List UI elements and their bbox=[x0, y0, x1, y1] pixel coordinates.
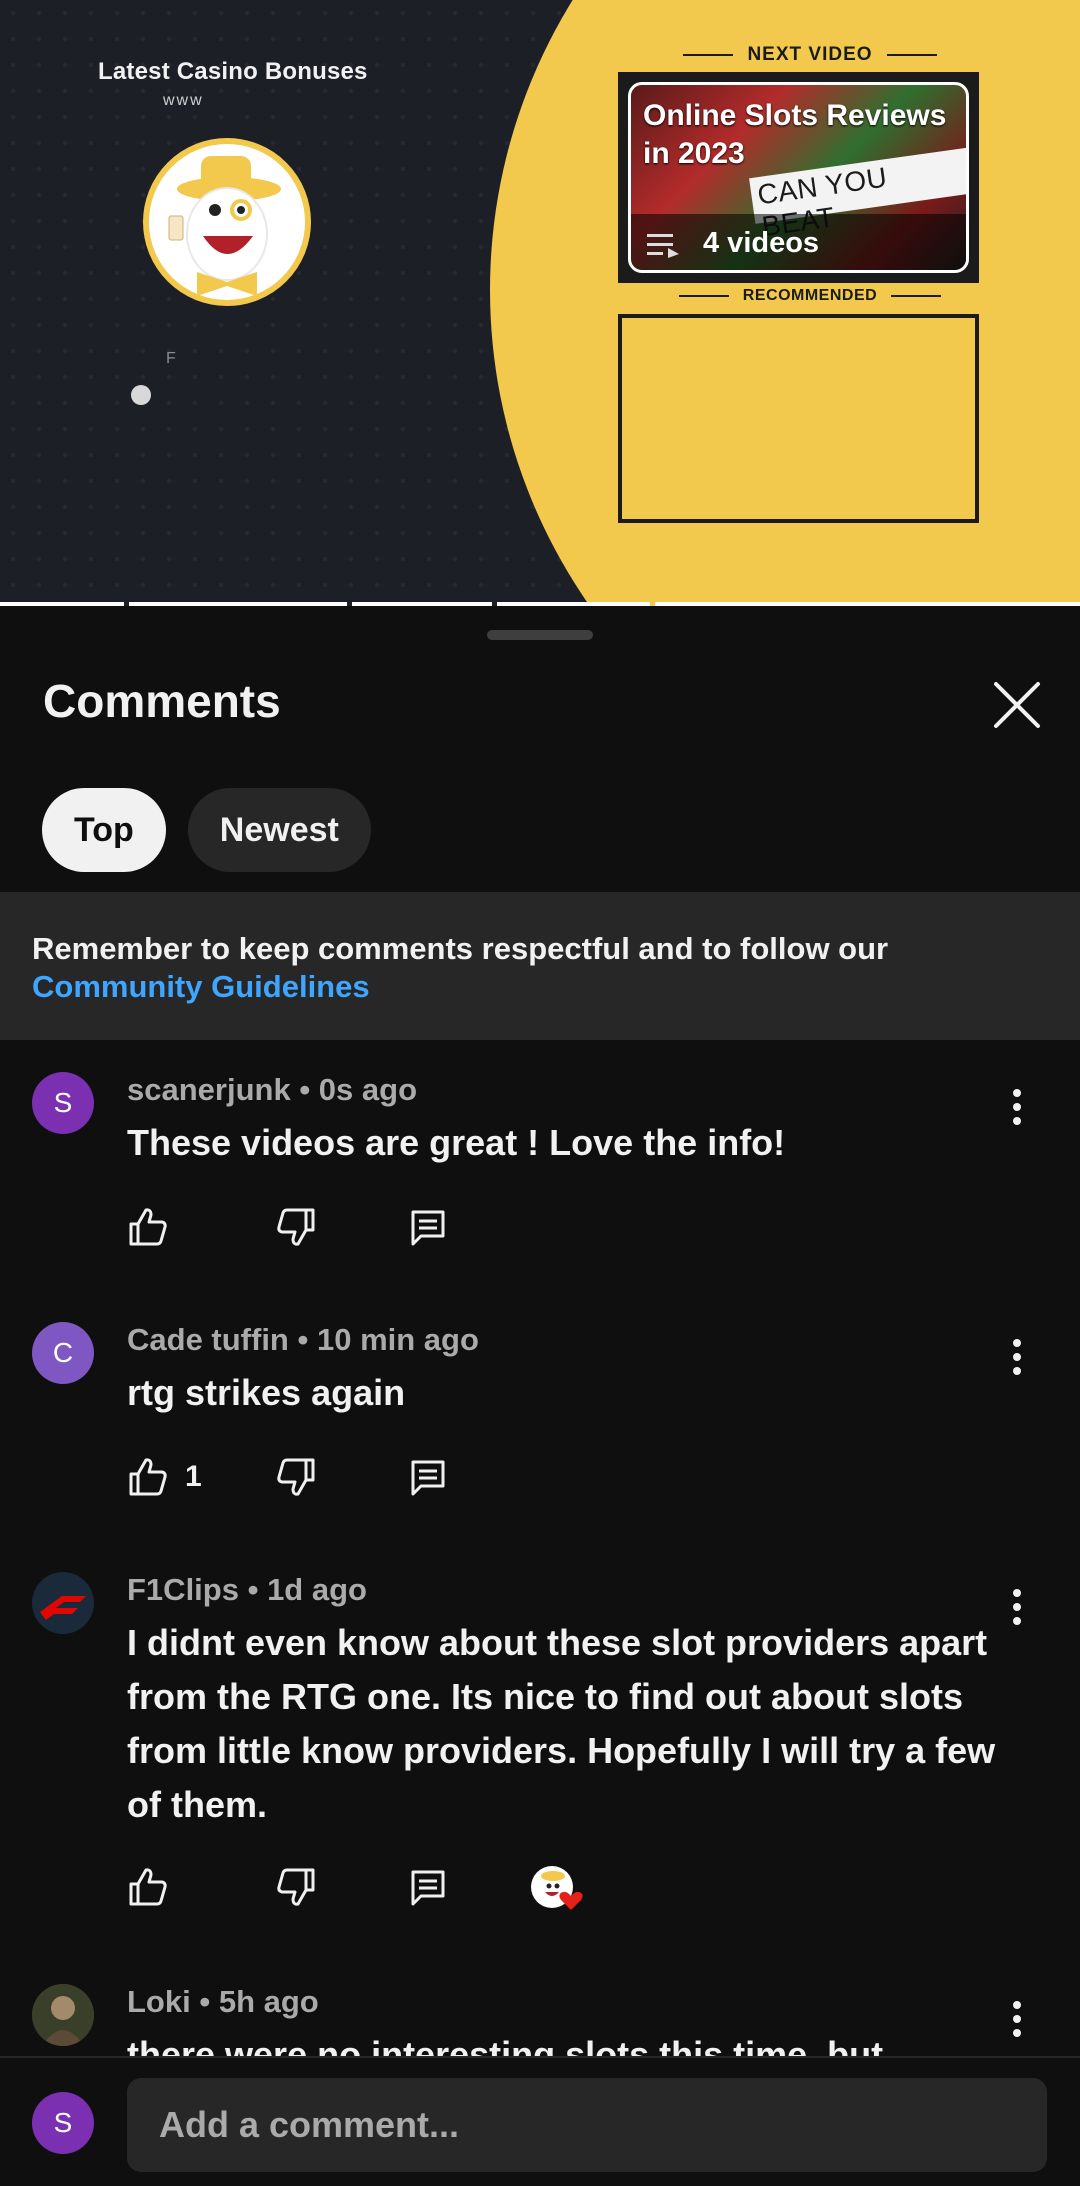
thumbs-up-icon bbox=[129, 1458, 167, 1496]
comment-text: I didnt even know about these slot provi… bbox=[127, 1622, 996, 1825]
video-player[interactable]: Latest Casino Bonuses www F NEXT VIDEO C… bbox=[0, 0, 1080, 606]
like-count: 1 bbox=[185, 1460, 202, 1493]
comment-time: 1d ago bbox=[267, 1572, 367, 1607]
faint-caption: F bbox=[166, 350, 180, 367]
chapter-segment bbox=[497, 602, 650, 606]
comment-time: 0s ago bbox=[318, 1072, 418, 1107]
thumbs-up-icon bbox=[129, 1868, 167, 1906]
reply-button[interactable] bbox=[407, 1202, 449, 1252]
recommended-slot[interactable] bbox=[618, 314, 979, 523]
comment-item: Loki • 5h ago there were no interesting … bbox=[0, 1984, 1080, 2056]
reply-button[interactable] bbox=[407, 1862, 449, 1912]
kebab-menu-icon bbox=[1013, 1589, 1021, 1625]
thumbs-up-icon bbox=[129, 1208, 167, 1246]
comment-author[interactable]: scanerjunk bbox=[127, 1072, 291, 1107]
warrior-avatar-icon bbox=[32, 1984, 94, 2046]
comment-meta: Cade tuffin • 10 min ago bbox=[127, 1322, 479, 1358]
video-chapter-progress[interactable] bbox=[0, 602, 1080, 606]
dislike-button[interactable] bbox=[275, 1862, 317, 1912]
drag-handle[interactable] bbox=[487, 630, 593, 640]
mascot-icon bbox=[168, 156, 281, 296]
chapter-segment bbox=[129, 602, 347, 606]
meta-separator: • bbox=[190, 1984, 219, 2019]
more-options-button[interactable] bbox=[1000, 1994, 1034, 2044]
like-button[interactable]: 1 bbox=[127, 1452, 202, 1502]
comment-text: These videos are great ! Love the info! bbox=[127, 1122, 786, 1163]
brand-subtitle: www bbox=[163, 92, 204, 109]
thumbs-down-icon bbox=[277, 1868, 315, 1906]
close-icon bbox=[994, 682, 1040, 728]
community-guidelines-link[interactable]: Community Guidelines bbox=[32, 969, 370, 1004]
comment-time: 10 min ago bbox=[316, 1322, 479, 1357]
like-button[interactable] bbox=[127, 1862, 185, 1912]
community-notice: Remember to keep comments respectful and… bbox=[0, 892, 1080, 1040]
comment-text: there were no interesting slots this tim… bbox=[127, 2034, 884, 2056]
tab-newest[interactable]: Newest bbox=[187, 788, 371, 872]
next-video-title: Online Slots Reviews in 2023 bbox=[643, 99, 947, 170]
kebab-menu-icon bbox=[1013, 1339, 1021, 1375]
chapter-segment bbox=[352, 602, 492, 606]
playlist-icon bbox=[647, 234, 679, 258]
meta-separator: • bbox=[290, 1072, 319, 1107]
comment-author[interactable]: Cade tuffin bbox=[127, 1322, 289, 1357]
comment-author[interactable]: Loki bbox=[127, 1984, 191, 2019]
f1-logo-icon bbox=[40, 1596, 86, 1620]
kebab-menu-icon bbox=[1013, 1089, 1021, 1125]
more-options-button[interactable] bbox=[1000, 1082, 1034, 1132]
comment-author[interactable]: F1Clips bbox=[127, 1572, 239, 1607]
playlist-footer: 4 videos bbox=[631, 214, 966, 270]
avatar[interactable] bbox=[32, 1984, 94, 2046]
next-video-thumbnail: CAN YOU BEAT Online Slots Reviews in 202… bbox=[628, 82, 969, 273]
facebook-icon bbox=[131, 385, 151, 405]
tab-top[interactable]: Top bbox=[42, 788, 166, 872]
casino-mascot-logo bbox=[143, 138, 311, 306]
comment-meta: scanerjunk • 0s ago bbox=[127, 1072, 417, 1108]
next-video-card[interactable]: CAN YOU BEAT Online Slots Reviews in 202… bbox=[618, 72, 979, 283]
thumbs-down-icon bbox=[277, 1208, 315, 1246]
reply-icon bbox=[411, 1460, 445, 1496]
brand-title: Latest Casino Bonuses bbox=[98, 58, 368, 85]
more-options-button[interactable] bbox=[1000, 1582, 1034, 1632]
creator-heart-badge bbox=[531, 1866, 583, 1910]
avatar[interactable]: S bbox=[32, 1072, 94, 1134]
comment-time: 5h ago bbox=[218, 1984, 319, 2019]
dislike-button[interactable] bbox=[275, 1202, 317, 1252]
more-options-button[interactable] bbox=[1000, 1332, 1034, 1382]
avatar[interactable]: C bbox=[32, 1322, 94, 1384]
add-comment-input[interactable] bbox=[127, 2078, 1047, 2172]
comments-title: Comments bbox=[43, 675, 281, 727]
playlist-video-count: 4 videos bbox=[703, 227, 820, 259]
recommended-label: RECOMMENDED bbox=[640, 287, 980, 305]
chapter-segment bbox=[655, 602, 1080, 606]
comment-text: rtg strikes again bbox=[127, 1372, 406, 1413]
comment-meta: Loki • 5h ago bbox=[127, 1984, 319, 2020]
dislike-button[interactable] bbox=[275, 1452, 317, 1502]
notice-text: Remember to keep comments respectful and… bbox=[32, 931, 889, 966]
meta-separator: • bbox=[288, 1322, 317, 1357]
avatar[interactable] bbox=[32, 1572, 94, 1634]
reply-button[interactable] bbox=[407, 1452, 449, 1502]
meta-separator: • bbox=[238, 1572, 268, 1607]
creator-heart-icon bbox=[532, 1867, 583, 1910]
like-button[interactable] bbox=[127, 1202, 185, 1252]
next-video-label: NEXT VIDEO bbox=[640, 44, 980, 66]
reply-icon bbox=[411, 1870, 445, 1906]
reply-icon bbox=[411, 1210, 445, 1246]
chapter-segment bbox=[0, 602, 124, 606]
add-comment-bar: S bbox=[0, 2056, 1080, 2186]
comment-meta: F1Clips • 1d ago bbox=[127, 1572, 367, 1608]
thumbs-down-icon bbox=[277, 1458, 315, 1496]
close-button[interactable] bbox=[986, 674, 1048, 736]
kebab-menu-icon bbox=[1013, 2001, 1021, 2037]
sort-tabs: Top Newest bbox=[42, 788, 371, 872]
user-avatar[interactable]: S bbox=[32, 2092, 94, 2154]
